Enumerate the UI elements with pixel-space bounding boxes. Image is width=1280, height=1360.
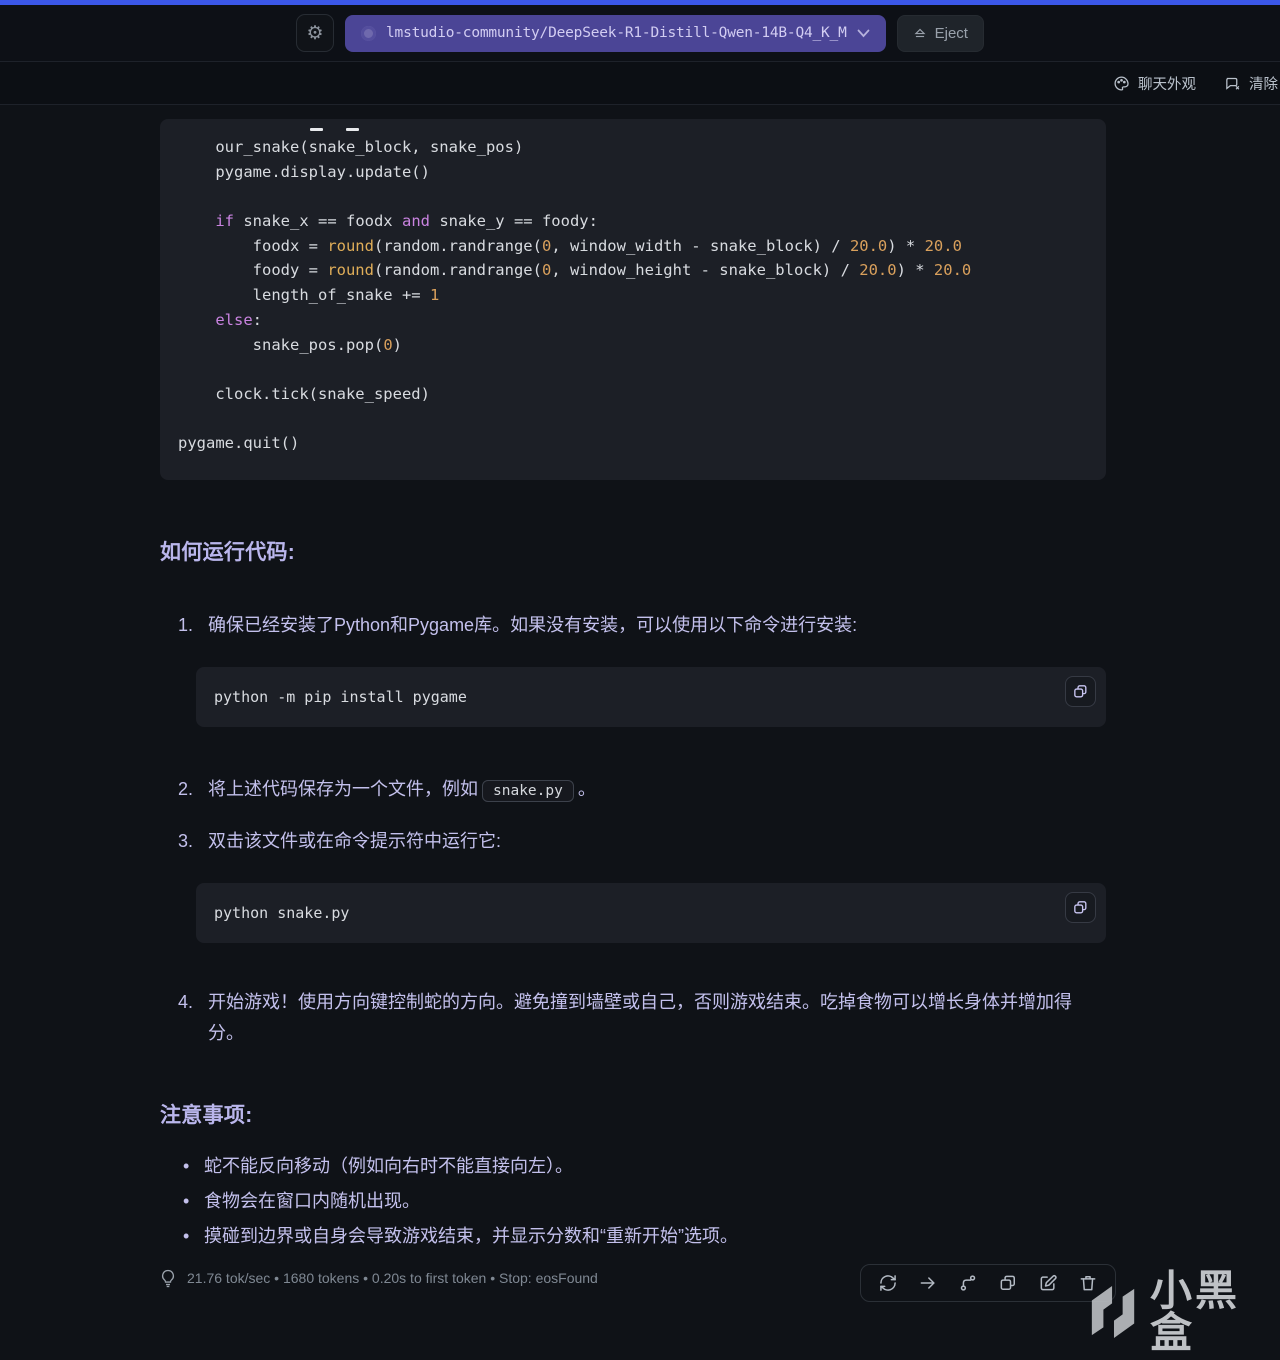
run-command-text: python snake.py — [214, 903, 350, 922]
eject-label: Eject — [934, 24, 968, 42]
how-to-run-heading: 如何运行代码: — [160, 540, 296, 564]
continue-button[interactable] — [913, 1268, 943, 1298]
edit-button[interactable] — [1033, 1268, 1063, 1298]
copy-message-button[interactable] — [993, 1268, 1023, 1298]
generation-stats-text: 21.76 tok/sec • 1680 tokens • 0.20s to f… — [187, 1270, 598, 1287]
model-selector[interactable]: lmstudio-community/DeepSeek-R1-Distill-Q… — [345, 14, 886, 52]
chat-appearance-label: 聊天外观 — [1138, 76, 1196, 93]
titlebar: ⚙ lmstudio-community/DeepSeek-R1-Distill… — [0, 5, 1280, 62]
edit-icon — [1040, 1275, 1057, 1291]
inline-code-snake-py: snake.py — [482, 779, 574, 802]
step-text: 双击该文件或在命令提示符中运行它: — [208, 830, 501, 851]
arrow-right-icon — [920, 1277, 935, 1289]
steps-list: 1. 确保已经安装了Python和Pygame库。如果没有安装，可以使用以下命令… — [178, 610, 1106, 641]
step-text: 确保已经安装了Python和Pygame库。如果没有安装，可以使用以下命令进行安… — [208, 614, 858, 635]
copy-icon — [1074, 901, 1087, 914]
step-number: 1. — [178, 614, 194, 635]
note-item: 蛇不能反向移动（例如向右时不能直接向左）。 — [183, 1155, 1106, 1177]
step-4: 4. 开始游戏！使用方向键控制蛇的方向。避免撞到墙壁或自己，否则游戏结束。吃掉食… — [178, 987, 1106, 1049]
model-name: lmstudio-community/DeepSeek-R1-Distill-Q… — [386, 25, 847, 41]
step-number: 3. — [178, 830, 194, 851]
clear-chat-icon — [1226, 77, 1240, 90]
xiaoheihe-text: 小黑盒 — [1150, 1267, 1241, 1356]
step-number: 2. — [178, 778, 194, 799]
clear-chat-label: 清除 — [1249, 76, 1278, 93]
steps-list: 2. 将上述代码保存为一个文件，例如 snake.py。 3. 双击该文件或在命令… — [178, 774, 1106, 857]
chevron-down-icon — [857, 29, 870, 37]
branch-icon — [960, 1275, 976, 1291]
pip-command-block: python -m pip install pygame — [196, 666, 1106, 727]
clipped-code-line — [178, 127, 1088, 135]
delete-button[interactable] — [1073, 1268, 1103, 1298]
copy-button[interactable] — [1065, 675, 1096, 707]
lightbulb-icon — [162, 1269, 174, 1288]
regenerate-button[interactable] — [873, 1268, 903, 1298]
notes-list: 蛇不能反向移动（例如向右时不能直接向左）。 食物会在窗口内随机出现。 摸碰到边界… — [183, 1155, 1106, 1247]
copy-icon — [1000, 1275, 1015, 1290]
eject-icon — [914, 28, 926, 38]
message-action-bar — [860, 1264, 1116, 1302]
model-status-icon — [361, 25, 377, 41]
note-item: 摸碰到边界或自身会导致游戏结束，并显示分数和“重新开始”选项。 — [183, 1225, 1106, 1247]
xiaoheihe-watermark: 小黑盒 — [1088, 1270, 1280, 1354]
eject-button[interactable]: Eject — [896, 14, 984, 52]
chat-toolbar: 聊天外观 清除 — [0, 62, 1280, 105]
trash-icon — [1080, 1276, 1096, 1291]
steps-list: 4. 开始游戏！使用方向键控制蛇的方向。避免撞到墙壁或自己，否则游戏结束。吃掉食… — [178, 987, 1106, 1049]
notes-heading: 注意事项: — [160, 1103, 253, 1127]
copy-icon — [1074, 685, 1087, 698]
pip-command-text: python -m pip install pygame — [214, 687, 467, 706]
copy-button[interactable] — [1065, 891, 1096, 923]
chat-message: our_snake(snake_block, snake_pos) pygame… — [160, 119, 1106, 1288]
python-code-block: our_snake(snake_block, snake_pos) pygame… — [160, 119, 1106, 480]
gear-icon: ⚙ — [306, 22, 324, 44]
step-1: 1. 确保已经安装了Python和Pygame库。如果没有安装，可以使用以下命令… — [178, 610, 1106, 641]
step-2: 2. 将上述代码保存为一个文件，例如 snake.py。 — [178, 774, 1106, 807]
main-code-lines: our_snake(snake_block, snake_pos) pygame… — [178, 138, 972, 453]
settings-button[interactable]: ⚙ — [296, 14, 335, 52]
palette-icon — [1114, 75, 1129, 91]
regenerate-icon — [880, 1275, 896, 1291]
branch-button[interactable] — [953, 1268, 983, 1298]
chat-appearance-button[interactable]: 聊天外观 — [1113, 73, 1196, 94]
step-text: 开始游戏！使用方向键控制蛇的方向。避免撞到墙壁或自己，否则游戏结束。吃掉食物可以… — [208, 991, 1072, 1043]
step-number: 4. — [178, 991, 194, 1012]
clear-chat-button[interactable]: 清除 — [1224, 73, 1278, 94]
note-item: 食物会在窗口内随机出现。 — [183, 1190, 1106, 1212]
step-3: 3. 双击该文件或在命令提示符中运行它: — [178, 826, 1106, 857]
run-command-block: python snake.py — [196, 882, 1106, 943]
step-text: 将上述代码保存为一个文件，例如 snake.py。 — [208, 774, 1106, 807]
